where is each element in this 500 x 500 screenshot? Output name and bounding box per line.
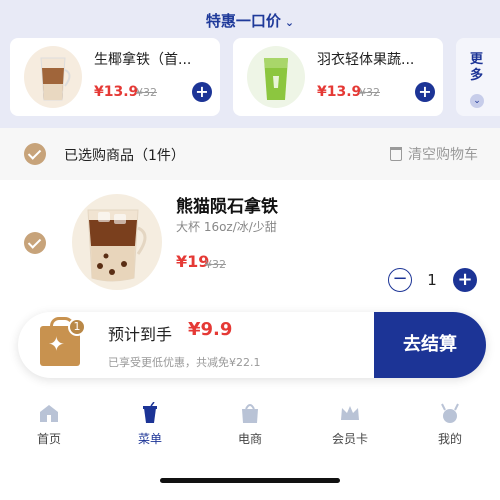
decrease-quantity-button[interactable]: − — [388, 268, 412, 292]
promo-product-original-price: ¥32 — [136, 86, 157, 99]
promo-product-price: ¥13.9 — [94, 84, 139, 100]
cart-header: 已选购商品（1件） 清空购物车 — [0, 128, 500, 180]
clear-cart-label: 清空购物车 — [408, 147, 478, 163]
nav-item-home[interactable]: 首页 — [19, 402, 79, 447]
clear-cart-button[interactable]: 清空购物车 — [390, 144, 478, 164]
cart-count-badge: 1 — [68, 318, 86, 336]
bottom-nav: 首页 菜单 电商 会员卡 我的 — [0, 398, 500, 458]
home-indicator — [160, 478, 340, 483]
quantity-value: 1 — [427, 271, 437, 289]
estimate-price: ¥9.9 — [188, 319, 233, 340]
select-all-checkbox[interactable] — [24, 143, 46, 165]
checkout-button[interactable]: 去结算 — [374, 312, 486, 378]
discount-text: 已享受更低优惠，共减免¥22.1 — [108, 356, 261, 369]
iced-latte-image — [24, 46, 82, 108]
item-spec: 大杯 16oz/冰/少甜 — [176, 220, 277, 234]
selected-count-label: 已选购商品（1件） — [64, 148, 185, 164]
promo-product-card[interactable]: 生椰拿铁（首... ¥13.9 ¥32 + — [10, 38, 220, 116]
nav-item-profile[interactable]: 我的 — [420, 402, 480, 447]
promo-product-original-price: ¥32 — [359, 86, 380, 99]
trash-icon — [390, 147, 402, 161]
nav-item-menu[interactable]: 菜单 — [120, 402, 180, 447]
item-original-price: ¥32 — [205, 258, 226, 271]
promo-product-name: 羽衣轻体果蔬... — [317, 52, 415, 68]
item-name: 熊猫陨石拿铁 — [176, 197, 278, 217]
chevron-down-icon: ⌄ — [470, 94, 484, 108]
increase-quantity-button[interactable]: + — [453, 268, 477, 292]
deer-icon — [441, 403, 459, 423]
promo-panel: 特惠一口价 ⌄ 生椰拿铁（首... ¥13.9 ¥32 + 羽衣轻体果蔬... ¥… — [0, 0, 500, 130]
item-checkbox[interactable] — [24, 232, 46, 254]
promo-product-price: ¥13.9 — [317, 84, 362, 100]
nav-label: 首页 — [36, 432, 61, 446]
shopping-bag-icon — [242, 404, 258, 423]
checkout-bar: ✦ 1 预计到手 ¥9.9 已享受更低优惠，共减免¥22.1 去结算 — [18, 312, 486, 378]
nav-item-membership[interactable]: 会员卡 — [320, 402, 380, 447]
promo-product-card[interactable]: 羽衣轻体果蔬... ¥13.9 ¥32 + — [233, 38, 443, 116]
crown-icon — [341, 406, 359, 420]
deer-logo-icon: ✦ — [48, 332, 65, 356]
nav-label: 会员卡 — [331, 432, 368, 446]
more-products-button[interactable]: 更多 ⌄ — [456, 38, 500, 116]
panda-latte-image — [72, 194, 162, 290]
nav-item-shop[interactable]: 电商 — [220, 402, 280, 447]
green-juice-image — [247, 46, 305, 108]
more-label: 更多 — [470, 52, 484, 83]
promo-product-name: 生椰拿铁（首... — [94, 52, 192, 68]
nav-label: 菜单 — [137, 432, 162, 446]
promo-title-text: 特惠一口价 — [205, 12, 281, 30]
home-icon — [40, 405, 58, 422]
drink-cup-icon — [143, 402, 157, 423]
add-to-cart-button[interactable]: + — [415, 82, 435, 102]
add-to-cart-button[interactable]: + — [192, 82, 212, 102]
chevron-down-icon: ⌄ — [284, 16, 295, 29]
promo-title[interactable]: 特惠一口价 ⌄ — [0, 10, 500, 31]
estimate-label: 预计到手 — [108, 325, 173, 344]
nav-label: 电商 — [237, 432, 262, 446]
nav-label: 我的 — [437, 432, 462, 446]
